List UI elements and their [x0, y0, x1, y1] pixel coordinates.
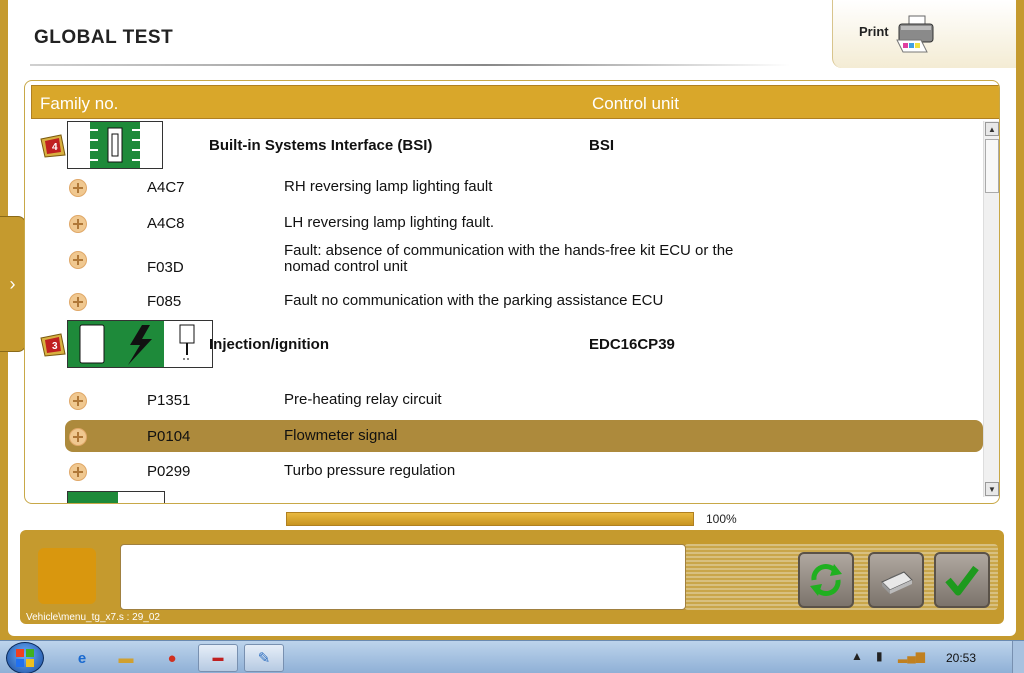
- fault-row[interactable]: F03D Fault: absence of communication wit…: [65, 241, 983, 281]
- family-name: Built-in Systems Interface (BSI): [209, 137, 433, 154]
- grid-rows: 4 Built-in Systems Interface (BSI) BSI A…: [25, 121, 985, 503]
- fault-code: A4C8: [147, 215, 185, 232]
- bsi-module-icon: [67, 121, 163, 169]
- start-button[interactable]: [6, 642, 44, 673]
- progress-bar: [286, 512, 694, 526]
- fault-row[interactable]: A4C8 LH reversing lamp lighting fault.: [65, 207, 983, 239]
- grid-header: Family no. Control unit: [31, 85, 999, 119]
- fault-grid: Family no. Control unit 4 Built-in Syste…: [24, 80, 1000, 504]
- internet-explorer-icon[interactable]: e: [62, 644, 102, 672]
- family-row[interactable]: 3 Injection/ignition EDC16CP39: [25, 320, 985, 368]
- show-desktop-button[interactable]: [1012, 641, 1024, 673]
- taskbar-clock[interactable]: 20:53: [946, 651, 976, 665]
- refresh-arrows-icon: [810, 564, 842, 596]
- status-path: Vehicle\menu_tg_x7.s : 29_02: [26, 612, 160, 623]
- svg-text:4: 4: [52, 142, 58, 153]
- chevron-right-icon: ›: [9, 273, 16, 294]
- expand-plus-icon[interactable]: [69, 428, 87, 446]
- fault-code: F085: [147, 293, 182, 310]
- fault-row-selected[interactable]: P0104 Flowmeter signal: [65, 420, 983, 452]
- injection-ignition-icon: [67, 320, 213, 368]
- refresh-button[interactable]: [798, 552, 854, 608]
- paint-taskbar-icon[interactable]: ✎: [244, 644, 284, 672]
- fault-flag-icon: 3: [40, 333, 66, 357]
- print-button[interactable]: Print: [832, 0, 1016, 68]
- fault-row[interactable]: P0299 Turbo pressure regulation: [65, 455, 983, 487]
- windows-logo-icon: [16, 649, 34, 667]
- fault-code: F03D: [147, 259, 184, 276]
- progress-label: 100%: [706, 512, 737, 526]
- fault-description: Fault: absence of communication with the…: [284, 242, 734, 275]
- family-row[interactable]: 4 Built-in Systems Interface (BSI) BSI: [25, 121, 985, 169]
- fault-description: RH reversing lamp lighting fault: [284, 178, 493, 195]
- tray-expand-arrow-icon[interactable]: ▲: [851, 649, 863, 663]
- family-control-unit: BSI: [589, 137, 615, 154]
- side-expand-tab[interactable]: ›: [0, 216, 26, 352]
- expand-plus-icon[interactable]: [69, 251, 87, 269]
- expand-plus-icon[interactable]: [69, 463, 87, 481]
- fault-flag-icon: 4: [40, 134, 66, 158]
- scroll-thumb[interactable]: [985, 139, 999, 193]
- scroll-up-arrow-icon[interactable]: ▲: [985, 122, 999, 136]
- fault-row[interactable]: A4C7 RH reversing lamp lighting fault: [65, 171, 983, 203]
- fault-code: P0299: [147, 463, 191, 480]
- family-control-unit: EDC16CP39: [589, 336, 675, 353]
- file-explorer-icon[interactable]: ▬: [106, 644, 146, 672]
- column-header-control-unit: Control unit: [592, 94, 679, 113]
- svg-text:3: 3: [52, 341, 58, 352]
- fault-description: Fault no communication with the parking …: [284, 292, 664, 309]
- signal-bars-icon[interactable]: ▂▄▆: [898, 649, 925, 663]
- chrome-icon[interactable]: ●: [152, 644, 192, 672]
- message-area: [120, 544, 686, 610]
- expand-plus-icon[interactable]: [69, 215, 87, 233]
- next-family-icon: [67, 491, 165, 503]
- bottom-panel: Vehicle\menu_tg_x7.s : 29_02: [20, 530, 1004, 624]
- expand-plus-icon[interactable]: [69, 293, 87, 311]
- expand-plus-icon[interactable]: [69, 179, 87, 197]
- fault-code: P0104: [147, 428, 191, 445]
- scroll-down-arrow-icon[interactable]: ▼: [985, 482, 999, 496]
- windows-taskbar: e ▬ ● ▬ ✎ ▲ ▮ ▂▄▆ 20:53: [0, 640, 1024, 673]
- battery-icon[interactable]: ▮: [876, 649, 883, 663]
- print-report-icon: [881, 571, 913, 594]
- page-title: GLOBAL TEST: [34, 27, 174, 48]
- diagnostic-app-window: GLOBAL TEST Print › Family no. Control u…: [0, 0, 1024, 640]
- column-header-family: Family no.: [40, 94, 119, 113]
- fault-code: P1351: [147, 392, 191, 409]
- checkmark-icon: [945, 565, 979, 596]
- grid-scrollbar[interactable]: ▲ ▼: [983, 121, 999, 497]
- fault-row[interactable]: P1351 Pre-heating relay circuit: [65, 384, 983, 416]
- fault-description: Turbo pressure regulation: [284, 462, 456, 479]
- print-report-button[interactable]: [868, 552, 924, 608]
- title-divider: [30, 64, 790, 66]
- expand-plus-icon[interactable]: [69, 392, 87, 410]
- diagbox-taskbar-icon[interactable]: ▬: [198, 644, 238, 672]
- fault-description: Pre-heating relay circuit: [284, 391, 442, 408]
- validate-button[interactable]: [934, 552, 990, 608]
- fault-description: LH reversing lamp lighting fault.: [284, 214, 495, 231]
- progress-fill: [287, 513, 693, 525]
- fault-code: A4C7: [147, 179, 185, 196]
- printer-icon: [896, 15, 934, 53]
- print-label: Print: [859, 24, 889, 39]
- fault-row[interactable]: F085 Fault no communication with the par…: [65, 285, 983, 317]
- fault-description: Flowmeter signal: [284, 427, 398, 444]
- family-name: Injection/ignition: [209, 336, 329, 353]
- status-indicator: [38, 548, 96, 604]
